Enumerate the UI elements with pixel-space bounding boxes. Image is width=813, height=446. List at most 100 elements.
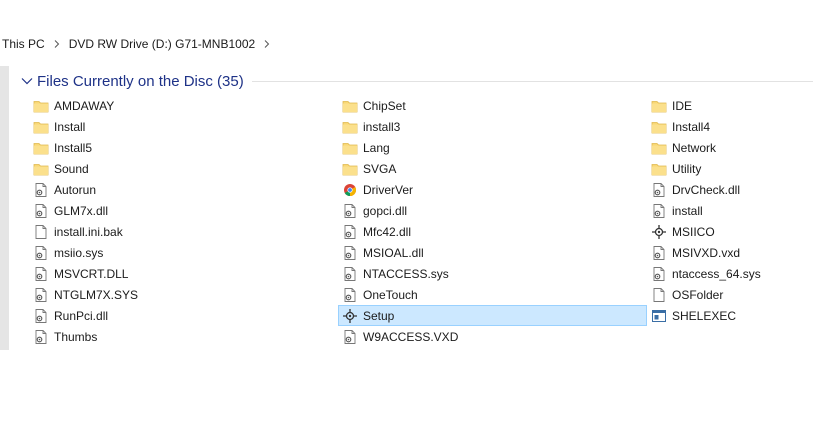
file-label: install3 xyxy=(363,119,401,134)
file-item[interactable]: MSVCRT.DLL xyxy=(29,263,338,284)
folder-icon xyxy=(342,119,358,135)
settings-file-icon xyxy=(651,266,667,282)
file-item[interactable]: Mfc42.dll xyxy=(338,221,647,242)
file-item[interactable]: SVGA xyxy=(338,158,647,179)
folder-icon xyxy=(651,140,667,156)
file-item[interactable]: install3 xyxy=(338,116,647,137)
settings-file-icon xyxy=(651,245,667,261)
file-item[interactable]: Autorun xyxy=(29,179,338,200)
settings-file-icon xyxy=(342,266,358,282)
file-item[interactable]: DrvCheck.dll xyxy=(647,179,813,200)
file-label: RunPci.dll xyxy=(54,308,109,323)
breadcrumb-dvd-drive[interactable]: DVD RW Drive (D:) G71-MNB1002 xyxy=(67,37,257,51)
file-item[interactable]: ChipSet xyxy=(338,95,647,116)
file-label: SVGA xyxy=(363,161,397,176)
file-label: Utility xyxy=(672,161,702,176)
file-label: OSFolder xyxy=(672,287,724,302)
file-label: Thumbs xyxy=(54,329,98,344)
file-item[interactable]: SHELEXEC xyxy=(647,305,813,326)
file-item[interactable]: msiio.sys xyxy=(29,242,338,263)
file-item[interactable]: AMDAWAY xyxy=(29,95,338,116)
app-icon xyxy=(651,224,667,240)
settings-file-icon xyxy=(33,245,49,261)
file-label: MSIVXD.vxd xyxy=(672,245,741,260)
file-item[interactable]: DriverVer xyxy=(338,179,647,200)
file-item[interactable]: W9ACCESS.VXD xyxy=(338,326,647,347)
file-label: MSIICO xyxy=(672,224,715,239)
breadcrumb-this-pc[interactable]: This PC xyxy=(0,37,47,51)
file-item[interactable]: IDE xyxy=(647,95,813,116)
file-label: Install5 xyxy=(54,140,93,155)
file-label: install xyxy=(672,203,703,218)
settings-file-icon xyxy=(33,287,49,303)
file-item[interactable]: Utility xyxy=(647,158,813,179)
folder-icon xyxy=(33,140,49,156)
settings-file-icon xyxy=(342,203,358,219)
file-item[interactable]: NTGLM7X.SYS xyxy=(29,284,338,305)
file-item[interactable]: MSIVXD.vxd xyxy=(647,242,813,263)
file-label: Autorun xyxy=(54,182,97,197)
file-item[interactable]: GLM7x.dll xyxy=(29,200,338,221)
file-item[interactable]: Setup xyxy=(338,305,647,326)
file-item[interactable]: RunPci.dll xyxy=(29,305,338,326)
file-label: NTACCESS.sys xyxy=(363,266,449,281)
file-label: AMDAWAY xyxy=(54,98,115,113)
settings-file-icon xyxy=(33,329,49,345)
file-item[interactable]: Network xyxy=(647,137,813,158)
file-grid: AMDAWAY ChipSet IDE Install install3 Install4… xyxy=(29,95,813,347)
folder-icon xyxy=(651,98,667,114)
file-item[interactable]: Lang xyxy=(338,137,647,158)
file-item[interactable]: Sound xyxy=(29,158,338,179)
blank-file-icon xyxy=(651,287,667,303)
file-label: ChipSet xyxy=(363,98,406,113)
file-label: Network xyxy=(672,140,717,155)
scrollbar[interactable] xyxy=(0,66,9,350)
file-item[interactable]: ntaccess_64.sys xyxy=(647,263,813,284)
chevron-right-icon[interactable] xyxy=(47,40,67,48)
file-item[interactable]: Thumbs xyxy=(29,326,338,347)
window-app-icon xyxy=(651,308,667,324)
file-item[interactable]: MSIOAL.dll xyxy=(338,242,647,263)
settings-file-icon xyxy=(33,308,49,324)
file-label: MSVCRT.DLL xyxy=(54,266,129,281)
chevron-down-icon[interactable] xyxy=(21,77,33,85)
file-item[interactable]: Install5 xyxy=(29,137,338,158)
file-item[interactable]: OSFolder xyxy=(647,284,813,305)
file-item[interactable]: install xyxy=(647,200,813,221)
file-item[interactable]: MSIICO xyxy=(647,221,813,242)
file-label: SHELEXEC xyxy=(672,308,737,323)
file-item[interactable]: Install4 xyxy=(647,116,813,137)
file-label: msiio.sys xyxy=(54,245,104,260)
file-item[interactable]: install.ini.bak xyxy=(29,221,338,242)
chevron-right-icon[interactable] xyxy=(257,40,277,48)
file-label: ntaccess_64.sys xyxy=(672,266,761,281)
file-item[interactable]: gopci.dll xyxy=(338,200,647,221)
breadcrumb: This PC DVD RW Drive (D:) G71-MNB1002 xyxy=(0,34,277,54)
file-label: gopci.dll xyxy=(363,203,408,218)
settings-file-icon xyxy=(342,245,358,261)
folder-icon xyxy=(342,140,358,156)
file-label: Mfc42.dll xyxy=(363,224,412,239)
file-item[interactable]: OneTouch xyxy=(338,284,647,305)
file-label: Setup xyxy=(363,308,395,323)
settings-file-icon xyxy=(33,203,49,219)
folder-icon xyxy=(33,98,49,114)
folder-icon xyxy=(342,161,358,177)
folder-icon xyxy=(33,161,49,177)
settings-file-icon xyxy=(651,182,667,198)
file-label: MSIOAL.dll xyxy=(363,245,424,260)
file-label: Install xyxy=(54,119,86,134)
file-label: NTGLM7X.SYS xyxy=(54,287,139,302)
file-label: GLM7x.dll xyxy=(54,203,109,218)
file-label: install.ini.bak xyxy=(54,224,123,239)
folder-icon xyxy=(33,119,49,135)
settings-file-icon xyxy=(342,287,358,303)
group-header[interactable]: Files Currently on the Disc (35) xyxy=(21,71,813,91)
file-label: IDE xyxy=(672,98,693,113)
file-label: DriverVer xyxy=(363,182,414,197)
file-item[interactable]: Install xyxy=(29,116,338,137)
file-label: Sound xyxy=(54,161,89,176)
file-item[interactable]: NTACCESS.sys xyxy=(338,263,647,284)
group-divider xyxy=(251,80,813,82)
folder-icon xyxy=(342,98,358,114)
